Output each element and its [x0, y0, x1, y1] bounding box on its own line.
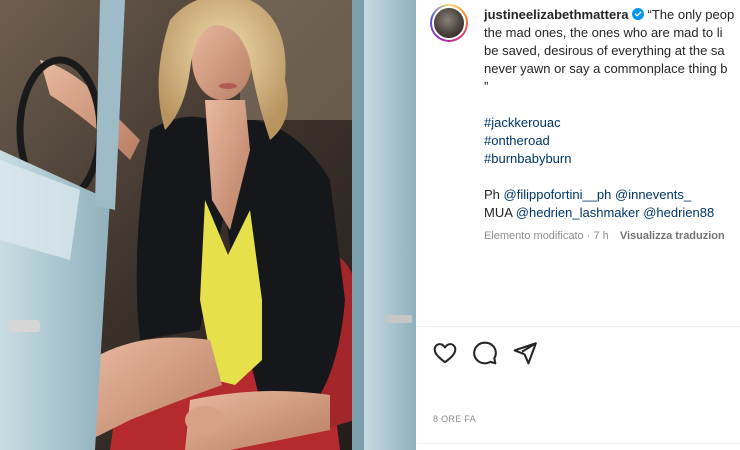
caption-meta: Elemento modificato · 7 h Visualizza tra…: [484, 230, 740, 242]
instagram-post: justineelizabethmattera “The only peop th…: [0, 0, 740, 450]
heart-icon[interactable]: [432, 340, 458, 366]
see-translation-button[interactable]: Visualizza traduzion: [620, 230, 725, 242]
edited-time: · 7 h: [586, 230, 609, 242]
avatar-image: [432, 6, 466, 40]
caption-text: be saved, desirous of everything at the …: [484, 43, 725, 58]
caption-text: ”: [484, 79, 489, 94]
mention-link[interactable]: @filippofortini__ph: [504, 187, 612, 202]
comment-icon[interactable]: [472, 340, 498, 366]
username-link[interactable]: justineelizabethmattera: [484, 7, 629, 22]
send-icon[interactable]: [512, 340, 538, 366]
post-panel: justineelizabethmattera “The only peop th…: [416, 0, 740, 450]
credits-mua-label: MUA: [484, 205, 516, 220]
post-timestamp[interactable]: 8 ORE FA: [433, 414, 476, 424]
post-photo[interactable]: [0, 0, 416, 450]
hashtag-link[interactable]: #jackkerouac: [484, 115, 561, 130]
caption-text: the mad ones, the ones who are mad to li: [484, 25, 723, 40]
caption-first-line: justineelizabethmattera “The only peop: [484, 6, 740, 24]
action-bar: [432, 340, 538, 366]
verified-badge-icon: [631, 8, 644, 20]
edited-label: Elemento modificato: [484, 230, 584, 242]
credits-ph-label: Ph: [484, 187, 504, 202]
section-divider: [416, 326, 740, 327]
hashtag-link[interactable]: #burnbabyburn: [484, 151, 571, 166]
avatar[interactable]: [430, 4, 468, 42]
caption-text: never yawn or say a commonplace thing b: [484, 61, 728, 76]
mention-link[interactable]: @innevents_: [615, 187, 691, 202]
credits-photographer: Ph @filippofortini__ph @innevents_: [484, 186, 740, 204]
credits-mua: MUA @hedrien_lashmaker @hedrien88: [484, 204, 740, 222]
caption-text: “The only peop: [647, 7, 735, 22]
section-divider: [416, 443, 740, 444]
hashtag-link[interactable]: #ontheroad: [484, 133, 550, 148]
photo-illustration: [0, 0, 416, 450]
mention-link[interactable]: @hedrien88: [643, 205, 714, 220]
post-caption: justineelizabethmattera “The only peop th…: [484, 6, 740, 222]
mention-link[interactable]: @hedrien_lashmaker: [516, 205, 640, 220]
